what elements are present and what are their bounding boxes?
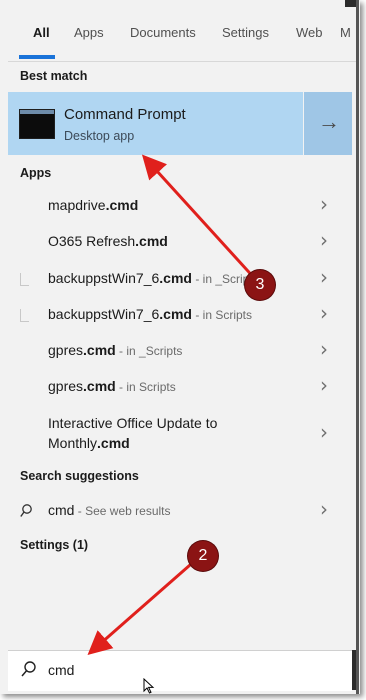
- chevron-right-icon: ›: [320, 265, 328, 289]
- item-ext: .cmd: [83, 378, 116, 394]
- best-match-subtitle: Desktop app: [64, 129, 135, 143]
- tab-documents[interactable]: Documents: [130, 25, 196, 40]
- item-ext: .cmd: [83, 342, 116, 358]
- suggestion-query: cmd: [48, 502, 75, 518]
- chevron-right-icon: ›: [320, 373, 328, 397]
- item-name: O365 Refresh: [48, 233, 136, 249]
- search-icon: [21, 661, 36, 677]
- chevron-right-icon: ›: [320, 301, 328, 325]
- best-match-item[interactable]: Command Prompt Desktop app: [8, 92, 303, 155]
- search-icon: [20, 504, 32, 517]
- item-ext: .cmd: [159, 270, 192, 286]
- list-item[interactable]: mapdrive.cmd ›: [8, 188, 352, 224]
- file-icon: [18, 379, 30, 395]
- open-arrow-button[interactable]: →: [304, 92, 352, 155]
- search-window: All Apps Documents Settings Web M Best m…: [0, 0, 360, 694]
- item-location: - in Scripts: [115, 380, 176, 394]
- item-name: backuppstWin7_6: [48, 306, 160, 322]
- best-match-title: Command Prompt: [64, 106, 186, 123]
- tab-web[interactable]: Web: [296, 25, 323, 40]
- file-icon: [18, 418, 30, 434]
- chevron-right-icon: ›: [320, 192, 328, 216]
- tab-divider: [8, 61, 356, 62]
- command-prompt-icon: [19, 109, 55, 139]
- file-icon: [20, 273, 29, 286]
- item-name: Interactive Office Update to: [48, 415, 218, 431]
- item-name: gpres: [48, 342, 84, 358]
- item-ext: .cmd: [97, 435, 130, 451]
- item-name: mapdrive: [48, 197, 106, 213]
- annotation-badge-2: 2: [188, 541, 218, 571]
- chevron-right-icon: ›: [320, 337, 328, 361]
- active-tab-indicator: [19, 55, 55, 59]
- item-location: - in Scripts: [191, 308, 252, 322]
- tab-apps[interactable]: Apps: [74, 25, 104, 40]
- item-name-cont: Monthly: [48, 435, 98, 451]
- item-name: backuppstWin7_6: [48, 270, 160, 286]
- list-item[interactable]: backuppstWin7_6.cmd - in _Scripts ›: [8, 261, 352, 297]
- file-icon: [18, 343, 30, 359]
- list-item[interactable]: backuppstWin7_6.cmd - in Scripts ›: [8, 297, 352, 333]
- arrow-right-icon: →: [318, 109, 340, 134]
- item-name: gpres: [48, 378, 84, 394]
- tab-settings[interactable]: Settings: [222, 25, 269, 40]
- item-ext: .cmd: [105, 197, 139, 213]
- window-edge: [345, 0, 356, 7]
- annotation-badge-3: 3: [245, 270, 275, 300]
- search-suggestions-heading: Search suggestions: [20, 469, 139, 483]
- file-icon: [18, 198, 30, 214]
- list-item[interactable]: O365 Refresh.cmd ›: [8, 224, 352, 260]
- chevron-right-icon: ›: [320, 228, 328, 252]
- web-suggestion-item[interactable]: cmd - See web results ›: [8, 493, 352, 529]
- item-ext: .cmd: [135, 233, 168, 249]
- chevron-right-icon: ›: [320, 420, 328, 444]
- tab-more[interactable]: M: [340, 25, 350, 40]
- item-location: - in _Scripts: [115, 344, 183, 358]
- list-item[interactable]: gpres.cmd - in _Scripts ›: [8, 333, 352, 369]
- tab-all[interactable]: All: [33, 25, 50, 40]
- list-item[interactable]: gpres.cmd - in Scripts ›: [8, 369, 352, 405]
- list-item[interactable]: Interactive Office Update to Monthly.cmd …: [8, 408, 352, 462]
- suggestion-suffix: - See web results: [74, 504, 171, 518]
- item-ext: .cmd: [159, 306, 192, 322]
- chevron-right-icon: ›: [320, 497, 328, 521]
- file-icon: [20, 309, 29, 322]
- best-match-heading: Best match: [20, 69, 88, 83]
- search-box[interactable]: cmd: [8, 650, 352, 691]
- search-input[interactable]: cmd: [48, 662, 74, 678]
- mouse-cursor-icon: [143, 678, 155, 694]
- window-border: [356, 0, 359, 694]
- file-icon: [18, 234, 30, 250]
- apps-heading: Apps: [20, 166, 52, 180]
- settings-heading: Settings (1): [20, 538, 89, 552]
